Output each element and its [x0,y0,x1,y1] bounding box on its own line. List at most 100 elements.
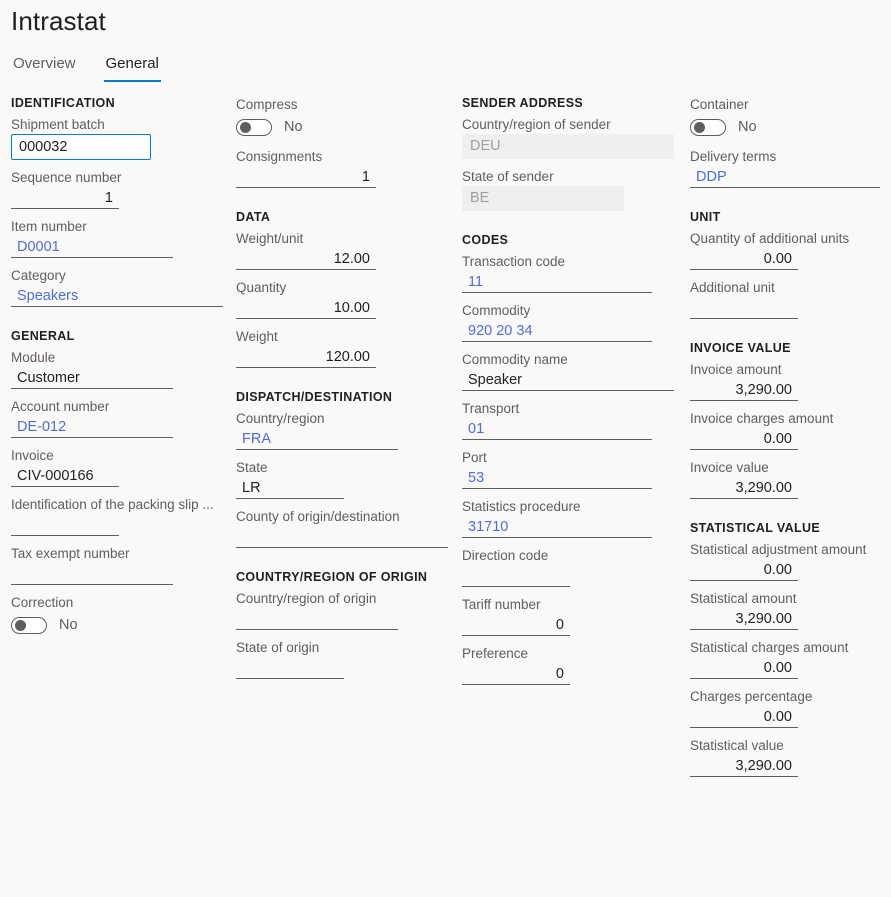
statistical-value-input[interactable]: 3,290.00 [690,755,798,777]
intrastat-page: Intrastat Overview General IDENTIFICATIO… [0,0,891,897]
commodity-name-input[interactable]: Speaker [462,369,674,391]
section-dispatch-heading: DISPATCH/DESTINATION [236,390,456,404]
section-country-region-origin-heading: COUNTRY/REGION OF ORIGIN [236,570,456,584]
field-country-region: Country/region FRA [236,410,456,450]
additional-unit-input[interactable] [690,297,798,319]
country-region-input[interactable]: FRA [236,428,398,450]
preference-input[interactable]: 0 [462,663,570,685]
account-number-label: Account number [11,398,228,415]
field-state: State LR [236,459,456,499]
consignments-input[interactable]: 1 [236,166,376,188]
statistical-adjustment-amount-label: Statistical adjustment amount [690,541,891,558]
quantity-of-additional-units-input[interactable]: 0.00 [690,248,798,270]
sequence-number-label: Sequence number [11,169,228,186]
delivery-terms-input[interactable]: DDP [690,166,880,188]
field-statistical-amount: Statistical amount 3,290.00 [690,590,891,630]
transaction-code-input[interactable]: 11 [462,271,652,293]
country-region-of-origin-input[interactable] [236,608,398,630]
field-shipment-batch: Shipment batch 000032 [11,116,228,160]
shipment-batch-input[interactable]: 000032 [11,134,151,160]
transport-label: Transport [462,400,684,417]
field-invoice-amount: Invoice amount 3,290.00 [690,361,891,401]
statistics-procedure-input[interactable]: 31710 [462,516,652,538]
toggle-knob-icon [15,620,26,631]
field-preference: Preference 0 [462,645,684,685]
field-correction: Correction No [11,594,228,637]
field-category: Category Speakers [11,267,228,307]
field-commodity-name: Commodity name Speaker [462,351,684,391]
invoice-charges-amount-input[interactable]: 0.00 [690,428,798,450]
state-label: State [236,459,456,476]
weight-per-unit-input[interactable]: 12.00 [236,248,376,270]
charges-percentage-input[interactable]: 0.00 [690,706,798,728]
tariff-number-input[interactable]: 0 [462,614,570,636]
charges-percentage-label: Charges percentage [690,688,891,705]
quantity-label: Quantity [236,279,456,296]
field-statistical-charges-amount: Statistical charges amount 0.00 [690,639,891,679]
column-values: Container No Delivery terms DDP UNIT Qua… [684,96,891,786]
module-label: Module [11,349,228,366]
container-toggle[interactable] [690,119,726,136]
invoice-amount-label: Invoice amount [690,361,891,378]
country-region-of-sender-input: DEU [462,134,674,159]
page-title: Intrastat [11,6,106,37]
field-tax-exempt-number: Tax exempt number [11,545,228,585]
statistical-charges-amount-input[interactable]: 0.00 [690,657,798,679]
category-input[interactable]: Speakers [11,285,223,307]
additional-unit-label: Additional unit [690,279,891,296]
tab-overview[interactable]: Overview [11,55,78,82]
commodity-name-label: Commodity name [462,351,684,368]
packing-slip-id-input[interactable] [11,514,119,536]
field-statistical-adjustment-amount: Statistical adjustment amount 0.00 [690,541,891,581]
section-invoice-value-heading: INVOICE VALUE [690,341,891,355]
port-input[interactable]: 53 [462,467,652,489]
transport-input[interactable]: 01 [462,418,652,440]
invoice-amount-input[interactable]: 3,290.00 [690,379,798,401]
field-statistical-value: Statistical value 3,290.00 [690,737,891,777]
weight-input[interactable]: 120.00 [236,346,376,368]
field-sequence-number: Sequence number 1 [11,169,228,209]
correction-toggle[interactable] [11,617,47,634]
item-number-input[interactable]: D0001 [11,236,173,258]
field-module: Module Customer [11,349,228,389]
state-of-sender-label: State of sender [462,168,684,185]
section-general-heading: GENERAL [11,329,228,343]
compress-label: Compress [236,96,456,113]
statistical-amount-label: Statistical amount [690,590,891,607]
county-origin-destination-input[interactable] [236,526,448,548]
invoice-value-input[interactable]: 3,290.00 [690,477,798,499]
field-weight-per-unit: Weight/unit 12.00 [236,230,456,270]
statistical-adjustment-amount-input[interactable]: 0.00 [690,559,798,581]
statistical-charges-amount-label: Statistical charges amount [690,639,891,656]
sequence-number-input[interactable]: 1 [11,187,119,209]
account-number-input[interactable]: DE-012 [11,416,173,438]
field-state-of-sender: State of sender BE [462,168,684,211]
field-invoice-value: Invoice value 3,290.00 [690,459,891,499]
tariff-number-label: Tariff number [462,596,684,613]
field-invoice: Invoice CIV-000166 [11,447,228,487]
transaction-code-label: Transaction code [462,253,684,270]
quantity-input[interactable]: 10.00 [236,297,376,319]
state-of-origin-input[interactable] [236,657,344,679]
field-item-number: Item number D0001 [11,218,228,258]
module-input[interactable]: Customer [11,367,173,389]
statistical-amount-input[interactable]: 3,290.00 [690,608,798,630]
item-number-label: Item number [11,218,228,235]
invoice-input[interactable]: CIV-000166 [11,465,119,487]
state-of-sender-input: BE [462,186,624,211]
field-commodity: Commodity 920 20 34 [462,302,684,342]
weight-label: Weight [236,328,456,345]
tax-exempt-number-input[interactable] [11,563,173,585]
field-packing-slip-id: Identification of the packing slip ... [11,496,228,536]
commodity-input[interactable]: 920 20 34 [462,320,652,342]
country-region-label: Country/region [236,410,456,427]
packing-slip-id-label: Identification of the packing slip ... [11,496,228,513]
compress-toggle[interactable] [236,119,272,136]
field-compress: Compress No [236,96,456,139]
direction-code-input[interactable] [462,565,570,587]
field-quantity-of-additional-units: Quantity of additional units 0.00 [690,230,891,270]
preference-label: Preference [462,645,684,662]
invoice-label: Invoice [11,447,228,464]
tab-general[interactable]: General [104,55,161,82]
state-input[interactable]: LR [236,477,344,499]
